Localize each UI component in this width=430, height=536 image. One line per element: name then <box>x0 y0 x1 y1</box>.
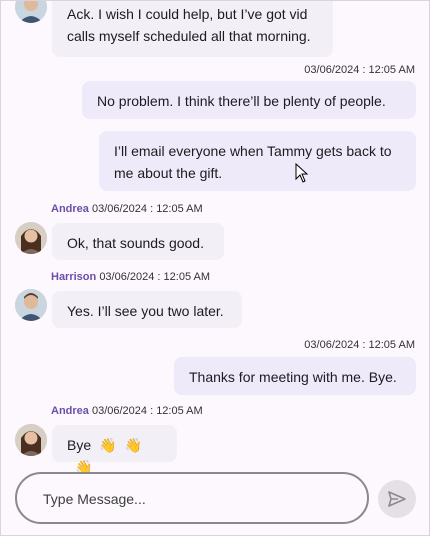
send-icon <box>388 491 406 507</box>
message-timestamp: 03/06/2024 : 12:05 AM <box>99 271 211 283</box>
message-header: Harrison 03/06/2024 : 12:05 AM <box>51 271 210 283</box>
message-text: Thanks for meeting with me. Bye. <box>189 369 397 385</box>
avatar-harrison <box>15 289 47 321</box>
avatar-andrea <box>15 424 47 456</box>
send-button[interactable] <box>378 480 416 518</box>
message-bubble-outgoing: No problem. I think there’ll be plenty o… <box>82 81 416 119</box>
message-text: Ok, that sounds good. <box>67 235 204 251</box>
message-header: Andrea 03/06/2024 : 12:05 AM <box>51 405 203 417</box>
message-bubble-outgoing: Thanks for meeting with me. Bye. <box>174 357 416 395</box>
message-timestamp: 03/06/2024 : 12:05 AM <box>91 405 203 417</box>
message-input[interactable] <box>41 474 345 524</box>
message-header: Andrea 03/06/2024 : 12:05 AM <box>51 203 203 215</box>
message-bubble-incoming: Ack. I wish I could help, but I’ve got v… <box>52 1 333 57</box>
waving-hand-emoji: 👋 <box>99 437 117 453</box>
message-input-container[interactable] <box>15 472 369 524</box>
message-text: Yes. I’ll see you two later. <box>67 303 224 319</box>
message-timestamp: 03/06/2024 : 12:05 AM <box>304 64 415 76</box>
message-text: I’ll email everyone when Tammy gets back… <box>114 143 392 181</box>
message-timestamp: 03/06/2024 : 12:05 AM <box>304 339 415 351</box>
message-bubble-incoming: Ok, that sounds good. <box>52 223 224 260</box>
author-name: Andrea <box>51 405 89 417</box>
avatar-andrea <box>15 222 47 254</box>
waving-hand-emoji: 👋 <box>124 437 142 453</box>
mouse-pointer-icon <box>295 163 309 183</box>
message-text: No problem. I think there’ll be plenty o… <box>97 93 386 109</box>
message-text: Bye <box>67 437 92 453</box>
author-name: Harrison <box>51 271 97 283</box>
chat-window: Ack. I wish I could help, but I’ve got v… <box>0 0 430 536</box>
message-bubble-outgoing: I’ll email everyone when Tammy gets back… <box>99 131 416 191</box>
message-bubble-incoming: Yes. I’ll see you two later. <box>52 291 242 328</box>
message-timestamp: 03/06/2024 : 12:05 AM <box>91 203 203 215</box>
message-bubble-incoming: Bye 👋 👋👋 <box>52 425 177 475</box>
avatar-harrison <box>15 1 47 23</box>
message-text: Ack. I wish I could help, but I’ve got v… <box>67 6 311 44</box>
author-name: Andrea <box>51 203 89 215</box>
